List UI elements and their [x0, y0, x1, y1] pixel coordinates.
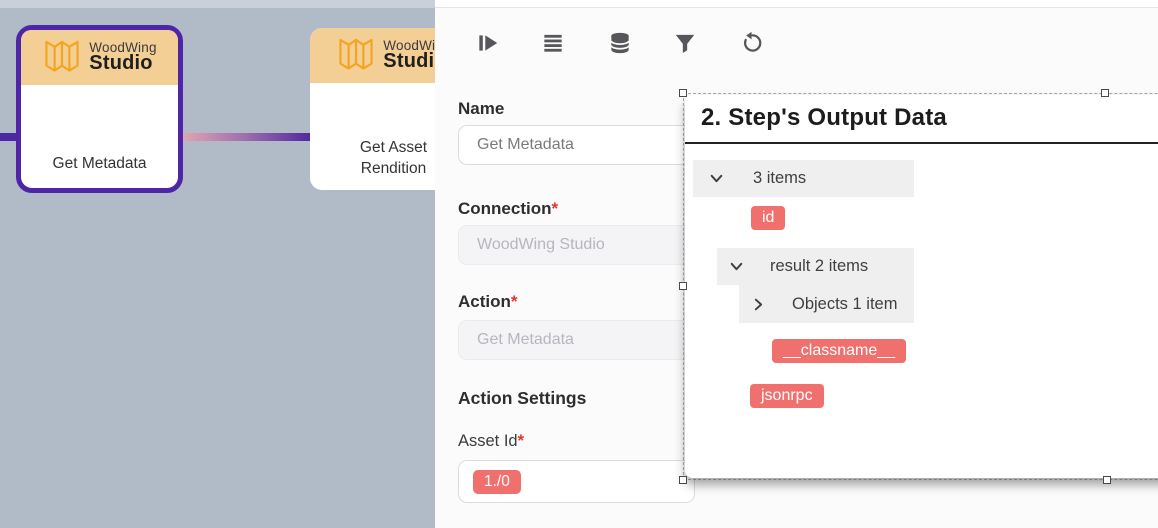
asset-id-input[interactable]: 1./0 — [458, 460, 695, 503]
tree-node-objects[interactable]: Objects 1 item — [739, 285, 914, 323]
node-label: Get Metadata — [21, 154, 178, 175]
dialog-title-divider — [685, 142, 1158, 144]
required-asterisk: * — [511, 292, 518, 311]
undo-icon[interactable] — [739, 30, 765, 56]
connection-input: WoodWing Studio — [458, 225, 695, 265]
node-get-metadata[interactable]: WoodWing Studio Get Metadata — [16, 25, 183, 193]
step-output-data-dialog[interactable]: 2. Step's Output Data 3 items id result … — [685, 95, 1158, 478]
panel-top-border — [435, 0, 1158, 8]
database-icon[interactable] — [607, 30, 633, 56]
resize-handle-top-left[interactable] — [679, 89, 687, 97]
resume-icon[interactable] — [475, 30, 501, 56]
name-input[interactable]: Get Metadata — [458, 125, 695, 165]
asset-id-token-chip[interactable]: 1./0 — [473, 470, 521, 494]
field-chip[interactable]: jsonrpc — [750, 384, 824, 408]
required-asterisk: * — [518, 432, 524, 450]
name-label: Name — [458, 99, 504, 119]
node-get-asset-rendition[interactable]: WoodWing Studio Get Asset Rendition — [310, 28, 435, 190]
chevron-right-icon — [751, 297, 766, 312]
node-header: WoodWing Studio — [310, 28, 435, 83]
tree-node-root[interactable]: 3 items — [693, 160, 914, 197]
brand-product: Studio — [89, 52, 152, 75]
name-input-value: Get Metadata — [477, 136, 574, 154]
node-label: Get Asset Rendition — [310, 138, 435, 180]
workflow-canvas[interactable]: WoodWing Studio Get Metadata WoodWing St… — [0, 0, 435, 528]
action-placeholder: Get Metadata — [477, 331, 574, 349]
field-chip[interactable]: __classname__ — [772, 339, 906, 363]
resize-handle-bottom-mid[interactable] — [1103, 476, 1111, 484]
incoming-edge — [0, 133, 17, 141]
field-chip[interactable]: id — [751, 206, 785, 230]
tree-field-id[interactable]: id — [751, 206, 785, 230]
asset-id-label: Asset Id* — [458, 432, 524, 451]
connection-placeholder: WoodWing Studio — [477, 236, 605, 254]
tree-field-classname[interactable]: __classname__ — [772, 339, 906, 363]
tree-node-result[interactable]: result 2 items — [717, 248, 914, 285]
resize-handle-top-mid[interactable] — [1101, 89, 1109, 97]
filter-icon[interactable] — [672, 30, 698, 56]
tree-node-label: result 2 items — [770, 257, 868, 276]
resize-handle-bottom-left[interactable] — [679, 476, 687, 484]
list-icon[interactable] — [540, 30, 566, 56]
resize-handle-left-mid[interactable] — [679, 282, 687, 290]
action-input: Get Metadata — [458, 320, 695, 360]
canvas-top-strip — [0, 0, 435, 8]
node-header: WoodWing Studio — [21, 30, 178, 85]
woodwing-logo-icon — [42, 37, 82, 78]
chevron-down-icon — [729, 259, 744, 274]
woodwing-logo-icon — [336, 35, 376, 76]
tree-node-label: 3 items — [753, 169, 806, 188]
connection-label: Connection* — [458, 199, 558, 219]
tree-node-label: Objects 1 item — [792, 295, 897, 314]
brand-product: Studio — [383, 50, 435, 73]
required-asterisk: * — [552, 199, 559, 218]
tree-field-jsonrpc[interactable]: jsonrpc — [750, 384, 824, 408]
chevron-down-icon — [709, 171, 724, 186]
action-label: Action* — [458, 292, 518, 312]
edge-get-metadata-to-get-asset-rendition[interactable] — [183, 133, 310, 141]
dialog-title: 2. Step's Output Data — [701, 104, 947, 132]
action-settings-heading: Action Settings — [458, 388, 586, 409]
